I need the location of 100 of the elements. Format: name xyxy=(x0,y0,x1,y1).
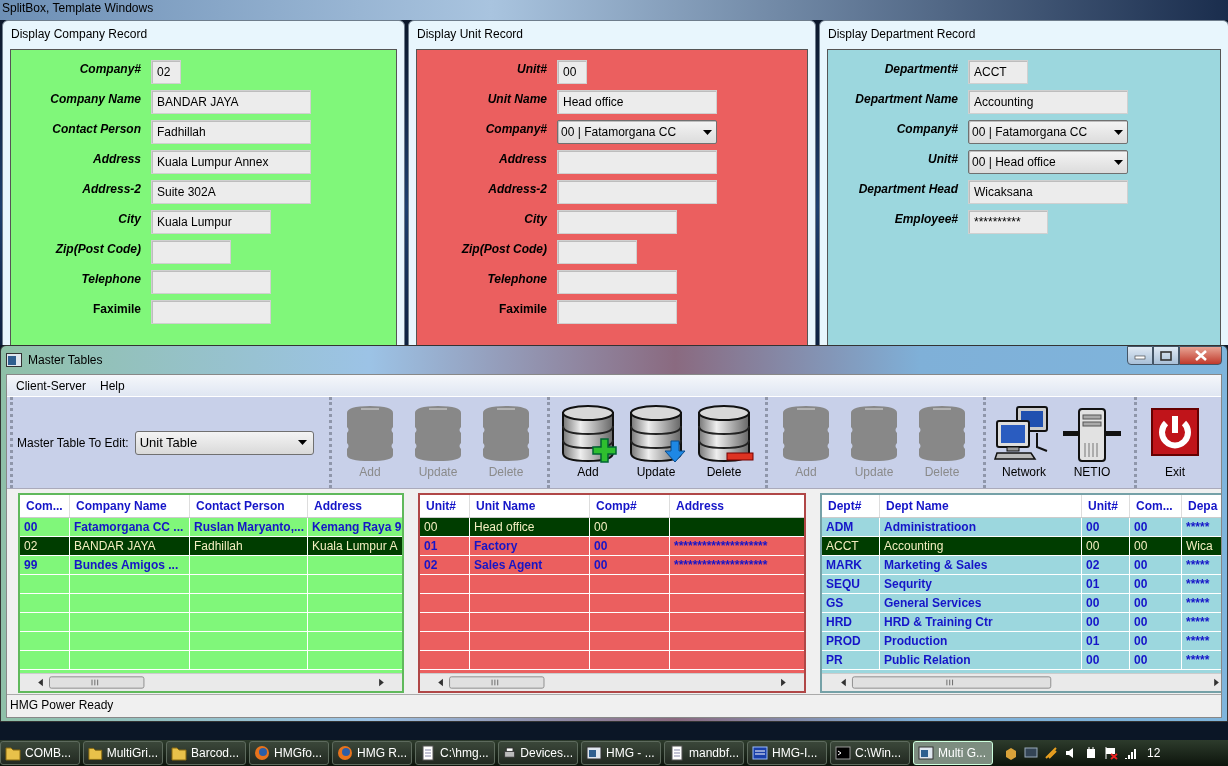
exit-button[interactable]: Exit xyxy=(1141,397,1209,483)
text-field[interactable] xyxy=(151,240,231,264)
text-field[interactable]: Fadhillah xyxy=(151,120,311,144)
taskbar-button[interactable]: HMG R... xyxy=(332,741,412,765)
column-header[interactable]: Unit# xyxy=(1082,495,1130,517)
text-field[interactable]: BANDAR JAYA xyxy=(151,90,311,114)
delete-button[interactable]: Delete xyxy=(690,397,758,483)
dropdown[interactable]: 00 | Fatamorgana CC xyxy=(557,120,717,144)
window-title: Display Unit Record xyxy=(416,26,524,43)
text-field[interactable]: Accounting xyxy=(968,90,1128,114)
taskbar-button[interactable]: mandbf... xyxy=(664,741,744,765)
table-cell: ***** xyxy=(1182,632,1221,650)
close-icon xyxy=(1193,350,1208,361)
update-button[interactable]: Update xyxy=(622,397,690,483)
server-button[interactable]: NETIO xyxy=(1058,397,1126,483)
table-cell: 00 xyxy=(1082,537,1130,555)
text-field[interactable]: ACCT xyxy=(968,60,1028,84)
text-field[interactable] xyxy=(557,150,717,174)
column-header[interactable]: Com... xyxy=(1130,495,1182,517)
text-field[interactable]: ********** xyxy=(968,210,1048,234)
column-header[interactable]: Address xyxy=(670,495,804,517)
table-cell: 00 xyxy=(1082,613,1130,631)
close-button[interactable] xyxy=(1179,346,1222,365)
taskbar-button[interactable]: COMB... xyxy=(0,741,80,765)
text-field[interactable] xyxy=(151,270,271,294)
column-header[interactable]: Dept# xyxy=(822,495,880,517)
taskbar-button[interactable]: Barcod... xyxy=(166,741,246,765)
menu-item[interactable]: Client-Server xyxy=(11,376,92,395)
column-header[interactable]: Unit# xyxy=(420,495,470,517)
column-header[interactable]: Contact Person xyxy=(190,495,308,517)
table-row[interactable]: HRD HRD & Training Ctr 00 00 ***** xyxy=(822,613,1221,632)
text-field[interactable] xyxy=(557,240,637,264)
column-header[interactable]: Address xyxy=(308,495,402,517)
taskbar-button[interactable]: C:\hmg... xyxy=(415,741,495,765)
column-header[interactable]: Com... xyxy=(20,495,70,517)
lightning-icon[interactable] xyxy=(1044,746,1058,760)
dropdown[interactable]: 00 | Fatamorgana CC xyxy=(968,120,1128,144)
taskbar-button[interactable]: C:\Win... xyxy=(830,741,910,765)
taskbar-button[interactable]: HMG - ... xyxy=(581,741,661,765)
dropdown[interactable]: Unit Table xyxy=(134,430,314,455)
window-icon xyxy=(918,745,934,761)
monitor-icon[interactable] xyxy=(1024,746,1038,760)
table-row[interactable]: MARK Marketing & Sales 02 00 ***** xyxy=(822,556,1221,575)
maximize-button[interactable] xyxy=(1153,346,1179,365)
taskbar-button[interactable]: HMG-I... xyxy=(747,741,827,765)
text-field[interactable] xyxy=(557,210,677,234)
table-row[interactable]: SEQU Sequrity 01 00 ***** xyxy=(822,575,1221,594)
flag-icon[interactable] xyxy=(1104,746,1118,760)
table-cell: ***** xyxy=(1182,594,1221,612)
field-label: Address xyxy=(497,151,547,167)
column-header[interactable]: Unit Name xyxy=(470,495,590,517)
text-field[interactable] xyxy=(557,270,677,294)
horizontal-scrollbar[interactable] xyxy=(420,673,804,691)
table-row[interactable]: 02 BANDAR JAYA Fadhillah Kuala Lumpur A xyxy=(20,537,402,556)
field-label: Zip(Post Code) xyxy=(54,241,141,257)
table-cell: ***** xyxy=(1182,575,1221,593)
network-button[interactable]: Network xyxy=(990,397,1058,483)
text-field[interactable]: 00 xyxy=(557,60,587,84)
table-row[interactable]: PROD Production 01 00 ***** xyxy=(822,632,1221,651)
taskbar-button[interactable]: HMGfo... xyxy=(249,741,329,765)
table-row[interactable]: GS General Services 00 00 ***** xyxy=(822,594,1221,613)
folder-icon xyxy=(171,745,187,761)
table-row[interactable]: PR Public Relation 00 00 ***** xyxy=(822,651,1221,670)
add-button[interactable]: Add xyxy=(554,397,622,483)
taskbar-button[interactable]: Multi G... xyxy=(913,741,993,765)
field-label: Address xyxy=(91,151,141,167)
table-cell: 00 xyxy=(1082,594,1130,612)
table-row[interactable]: 99 Bundes Amigos ... xyxy=(20,556,402,575)
table-cell: 99 xyxy=(20,556,70,574)
text-field[interactable]: Head office xyxy=(557,90,717,114)
horizontal-scrollbar[interactable] xyxy=(822,673,1221,691)
menu-item[interactable]: Help xyxy=(95,376,130,395)
text-field[interactable] xyxy=(557,300,677,324)
text-field[interactable]: 02 xyxy=(151,60,181,84)
text-field[interactable]: Suite 302A xyxy=(151,180,311,204)
text-field[interactable]: Wicaksana xyxy=(968,180,1128,204)
taskbar-button[interactable]: Devices... xyxy=(498,741,578,765)
table-row[interactable]: ACCT Accounting 00 00 Wica xyxy=(822,537,1221,556)
table-cell: 02 xyxy=(1082,556,1130,574)
taskbar-button[interactable]: MultiGri... xyxy=(83,741,163,765)
package-icon[interactable] xyxy=(1004,746,1018,760)
text-field[interactable]: Kuala Lumpur Annex xyxy=(151,150,311,174)
table-cell: Ruslan Maryanto,... xyxy=(190,518,308,536)
table-cell: 02 xyxy=(20,537,70,555)
column-header[interactable]: Dept Name xyxy=(880,495,1082,517)
text-field[interactable] xyxy=(557,180,717,204)
plug-icon[interactable] xyxy=(1084,746,1098,760)
minimize-button[interactable] xyxy=(1127,346,1153,365)
table-cell: Fatamorgana CC ... xyxy=(70,518,190,536)
column-header[interactable]: Comp# xyxy=(590,495,670,517)
text-field[interactable] xyxy=(151,300,271,324)
table-cell: ******************** xyxy=(670,537,804,555)
horizontal-scrollbar[interactable] xyxy=(20,673,402,691)
table-cell: 00 xyxy=(590,518,670,536)
table-row[interactable]: 00 Head office 00 xyxy=(420,518,804,537)
dropdown[interactable]: 00 | Head office xyxy=(968,150,1128,174)
column-header[interactable]: Depa xyxy=(1182,495,1221,517)
column-header[interactable]: Company Name xyxy=(70,495,190,517)
text-field[interactable]: Kuala Lumpur xyxy=(151,210,271,234)
signal-icon[interactable] xyxy=(1124,746,1138,760)
